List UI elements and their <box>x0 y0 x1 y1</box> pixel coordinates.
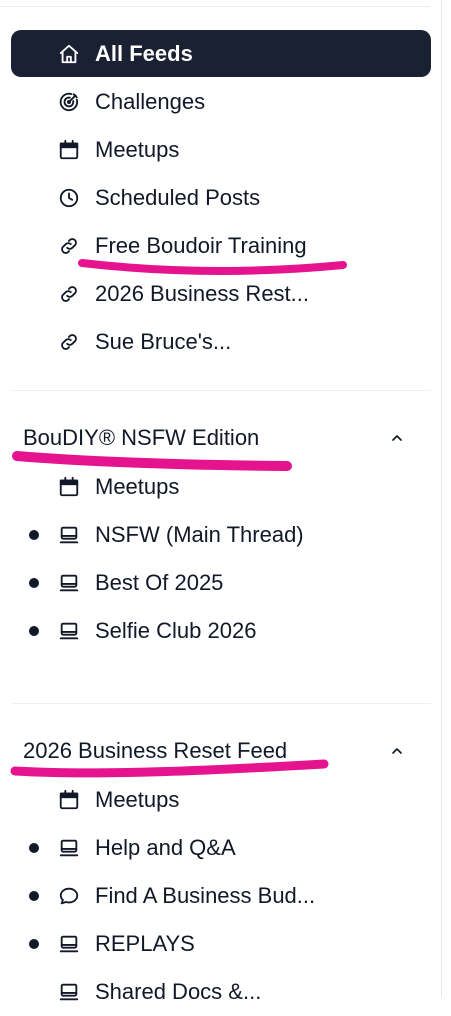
space-item-replays[interactable]: REPLAYS <box>0 920 430 968</box>
nav-item-label: Meetups <box>95 137 180 162</box>
calendar-icon <box>57 475 81 499</box>
space-item-find-a-business-buddy[interactable]: Find A Business Bud... <box>0 872 430 920</box>
space-group-header[interactable]: 2026 Business Reset Feed <box>23 731 423 771</box>
chevron-up-icon[interactable] <box>385 426 409 450</box>
space-group-title: BouDIY® NSFW Edition <box>23 425 260 450</box>
space-item-label: Shared Docs &... <box>95 979 262 1004</box>
unread-dot <box>29 578 39 588</box>
calendar-icon <box>57 788 81 812</box>
section-divider <box>11 703 431 704</box>
monitor-icon <box>57 932 81 956</box>
monitor-icon <box>57 523 81 547</box>
space-item-meetups[interactable]: Meetups <box>0 463 430 511</box>
clock-icon <box>57 186 81 210</box>
nav-item-all-feeds[interactable]: All Feeds <box>11 30 431 77</box>
unread-dot <box>29 530 39 540</box>
space-item-label: NSFW (Main Thread) <box>95 522 304 547</box>
nav-item-label: Scheduled Posts <box>95 185 261 210</box>
monitor-icon <box>57 619 81 643</box>
nav-item-scheduled-posts[interactable]: Scheduled Posts <box>0 174 430 222</box>
home-icon <box>57 42 81 66</box>
calendar-icon <box>57 138 81 162</box>
unread-dot <box>29 939 39 949</box>
section-divider <box>11 390 431 391</box>
unread-dot <box>29 843 39 853</box>
space-item-best-of-2025[interactable]: Best Of 2025 <box>0 559 430 607</box>
monitor-icon <box>57 836 81 860</box>
link-icon <box>57 330 81 354</box>
space-item-meetups[interactable]: Meetups <box>0 776 430 824</box>
nav-item-label: Sue Bruce's... <box>95 329 232 354</box>
space-item-label: Best Of 2025 <box>95 570 224 595</box>
nav-item-label: All Feeds <box>95 41 193 66</box>
space-item-label: Meetups <box>95 474 180 499</box>
nav-item-free-boudoir-training[interactable]: Free Boudoir Training <box>0 222 430 270</box>
space-item-help-and-qa[interactable]: Help and Q&A <box>0 824 430 872</box>
space-item-nsfw-main-thread[interactable]: NSFW (Main Thread) <box>0 511 430 559</box>
link-icon <box>57 282 81 306</box>
space-item-selfie-club-2026[interactable]: Selfie Club 2026 <box>0 607 430 655</box>
unread-dot <box>29 626 39 636</box>
top-divider <box>0 6 430 7</box>
sidebar-right-border <box>441 0 442 997</box>
space-item-label: Find A Business Bud... <box>95 883 316 908</box>
space-item-shared-docs[interactable]: Shared Docs &... <box>0 968 430 1016</box>
monitor-icon <box>57 571 81 595</box>
nav-item-label: 2026 Business Rest... <box>95 281 310 306</box>
nav-item-challenges[interactable]: Challenges <box>0 78 430 126</box>
chevron-up-icon[interactable] <box>385 739 409 763</box>
space-item-label: Help and Q&A <box>95 835 236 860</box>
nav-item-label: Free Boudoir Training <box>95 233 307 258</box>
space-group-title: 2026 Business Reset Feed <box>23 738 288 763</box>
space-item-label: REPLAYS <box>95 931 195 956</box>
target-icon <box>57 90 81 114</box>
chat-bubble-icon <box>57 884 81 908</box>
space-item-label: Meetups <box>95 787 180 812</box>
unread-dot <box>29 891 39 901</box>
space-item-label: Selfie Club 2026 <box>95 618 257 643</box>
nav-item-sue-bruces[interactable]: Sue Bruce's... <box>0 318 430 366</box>
monitor-icon <box>57 980 81 1004</box>
nav-item-2026-business-reset-link[interactable]: 2026 Business Rest... <box>0 270 430 318</box>
nav-item-label: Challenges <box>95 89 206 114</box>
nav-item-meetups[interactable]: Meetups <box>0 126 430 174</box>
link-icon <box>57 234 81 258</box>
space-group-header[interactable]: BouDIY® NSFW Edition <box>23 418 423 458</box>
